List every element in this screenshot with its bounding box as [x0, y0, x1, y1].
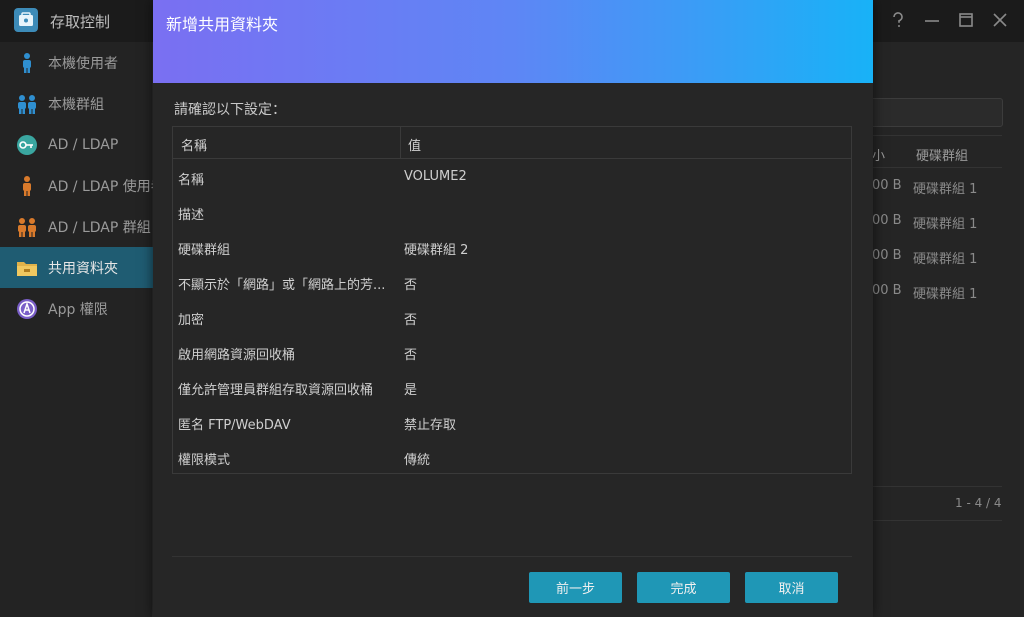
new-shared-folder-dialog: 新增共用資料夾 請確認以下設定： 名稱 值 名稱 VOLUME2 描述 硬碟群組… [153, 0, 873, 617]
settings-summary-table: 名稱 值 名稱 VOLUME2 描述 硬碟群組 硬碟群組 2 不顯示於「網路」或… [172, 126, 852, 474]
setting-value: 否 [404, 348, 418, 363]
table-cell-size: 00 B [872, 283, 902, 298]
table-row: 硬碟群組 硬碟群組 2 [173, 230, 851, 265]
sidebar-item-ad-ldap-users[interactable]: AD / LDAP 使用者 [0, 165, 153, 206]
table-cell-volume: 硬碟群組 1 [913, 252, 978, 267]
sidebar-item-local-users[interactable]: 本機使用者 [0, 42, 153, 83]
setting-value: 否 [404, 278, 418, 293]
setting-name: 匿名 FTP/WebDAV [178, 418, 291, 433]
close-icon[interactable] [990, 9, 1010, 31]
sidebar-item-app-permissions[interactable]: App 權限 [0, 288, 153, 329]
help-icon[interactable] [888, 9, 908, 31]
dialog-title: 新增共用資料夾 [166, 15, 279, 34]
setting-name: 加密 [178, 313, 205, 328]
table-row: 啟用網路資源回收桶 否 [173, 335, 851, 370]
divider [872, 520, 1002, 521]
dialog-header: 新增共用資料夾 [153, 0, 873, 83]
access-control-icon [14, 8, 38, 32]
confirm-settings-label: 請確認以下設定： [174, 102, 286, 118]
table-row: 加密 否 [173, 300, 851, 335]
setting-name: 描述 [178, 208, 205, 223]
sidebar: 本機使用者 本機群組 AD / LDAP AD / LDAP 使用者 AD / … [0, 42, 153, 617]
sidebar-item-label: AD / LDAP [48, 136, 119, 153]
maximize-icon[interactable] [956, 9, 976, 31]
setting-value: 傳統 [404, 453, 431, 468]
local-user-icon [16, 52, 38, 74]
table-cell-size: 00 B [872, 213, 902, 228]
finish-button[interactable]: 完成 [637, 572, 730, 603]
setting-value: VOLUME2 [404, 169, 467, 184]
column-header-value: 值 [408, 139, 422, 154]
table-cell-size: 00 B [872, 178, 902, 193]
divider [872, 486, 1002, 487]
app-title: 存取控制 [50, 13, 111, 31]
column-header-volume[interactable]: 硬碟群組 [916, 145, 968, 164]
table-cell-volume: 硬碟群組 1 [913, 287, 978, 302]
sidebar-item-label: 共用資料夾 [48, 260, 118, 277]
sidebar-item-label: 本機群組 [48, 96, 104, 113]
setting-name: 名稱 [178, 173, 205, 188]
setting-value: 硬碟群組 2 [404, 243, 469, 258]
table-cell-size: 00 B [872, 248, 902, 263]
key-icon [16, 134, 38, 156]
window-controls [888, 9, 1010, 31]
cancel-button[interactable]: 取消 [745, 572, 838, 603]
back-button[interactable]: 前一步 [529, 572, 622, 603]
ad-user-icon [16, 175, 38, 197]
sidebar-item-label: AD / LDAP 群組 [48, 219, 151, 236]
folder-icon [16, 257, 38, 279]
ad-group-icon [16, 216, 38, 238]
search-input[interactable] [862, 98, 1003, 127]
table-row: 描述 [173, 195, 851, 230]
table-cell-volume: 硬碟群組 1 [913, 217, 978, 232]
column-header-size[interactable]: 小 [872, 145, 885, 164]
table-row: 匿名 FTP/WebDAV 禁止存取 [173, 405, 851, 440]
divider [872, 135, 1002, 136]
pagination-status: 1 - 4 / 4 [955, 496, 1002, 510]
column-divider[interactable] [400, 127, 401, 159]
table-row: 名稱 VOLUME2 [173, 160, 851, 195]
table-header: 名稱 值 [173, 127, 851, 159]
sidebar-item-ad-ldap[interactable]: AD / LDAP [0, 124, 153, 165]
divider [872, 167, 1002, 168]
setting-value: 否 [404, 313, 418, 328]
setting-value: 禁止存取 [404, 418, 457, 433]
sidebar-item-label: App 權限 [48, 301, 108, 318]
table-row: 不顯示於「網路」或「網路上的芳... 否 [173, 265, 851, 300]
setting-name: 不顯示於「網路」或「網路上的芳... [178, 278, 386, 293]
setting-value: 是 [404, 383, 418, 398]
sidebar-item-label: 本機使用者 [48, 55, 118, 72]
local-group-icon [16, 93, 38, 115]
table-row: 權限模式 傳統 [173, 440, 851, 475]
setting-name: 啟用網路資源回收桶 [178, 348, 296, 363]
column-header-name: 名稱 [181, 139, 208, 154]
table-row: 僅允許管理員群組存取資源回收桶 是 [173, 370, 851, 405]
setting-name: 僅允許管理員群組存取資源回收桶 [178, 383, 374, 398]
setting-name: 權限模式 [178, 453, 231, 468]
sidebar-item-shared-folders[interactable]: 共用資料夾 [0, 247, 153, 288]
table-cell-volume: 硬碟群組 1 [913, 182, 978, 197]
setting-name: 硬碟群組 [178, 243, 231, 258]
footer-divider [172, 556, 852, 557]
app-icon [16, 298, 38, 320]
sidebar-item-local-groups[interactable]: 本機群組 [0, 83, 153, 124]
minimize-icon[interactable] [922, 9, 942, 31]
sidebar-item-label: AD / LDAP 使用者 [48, 178, 153, 195]
sidebar-item-ad-ldap-groups[interactable]: AD / LDAP 群組 [0, 206, 153, 247]
